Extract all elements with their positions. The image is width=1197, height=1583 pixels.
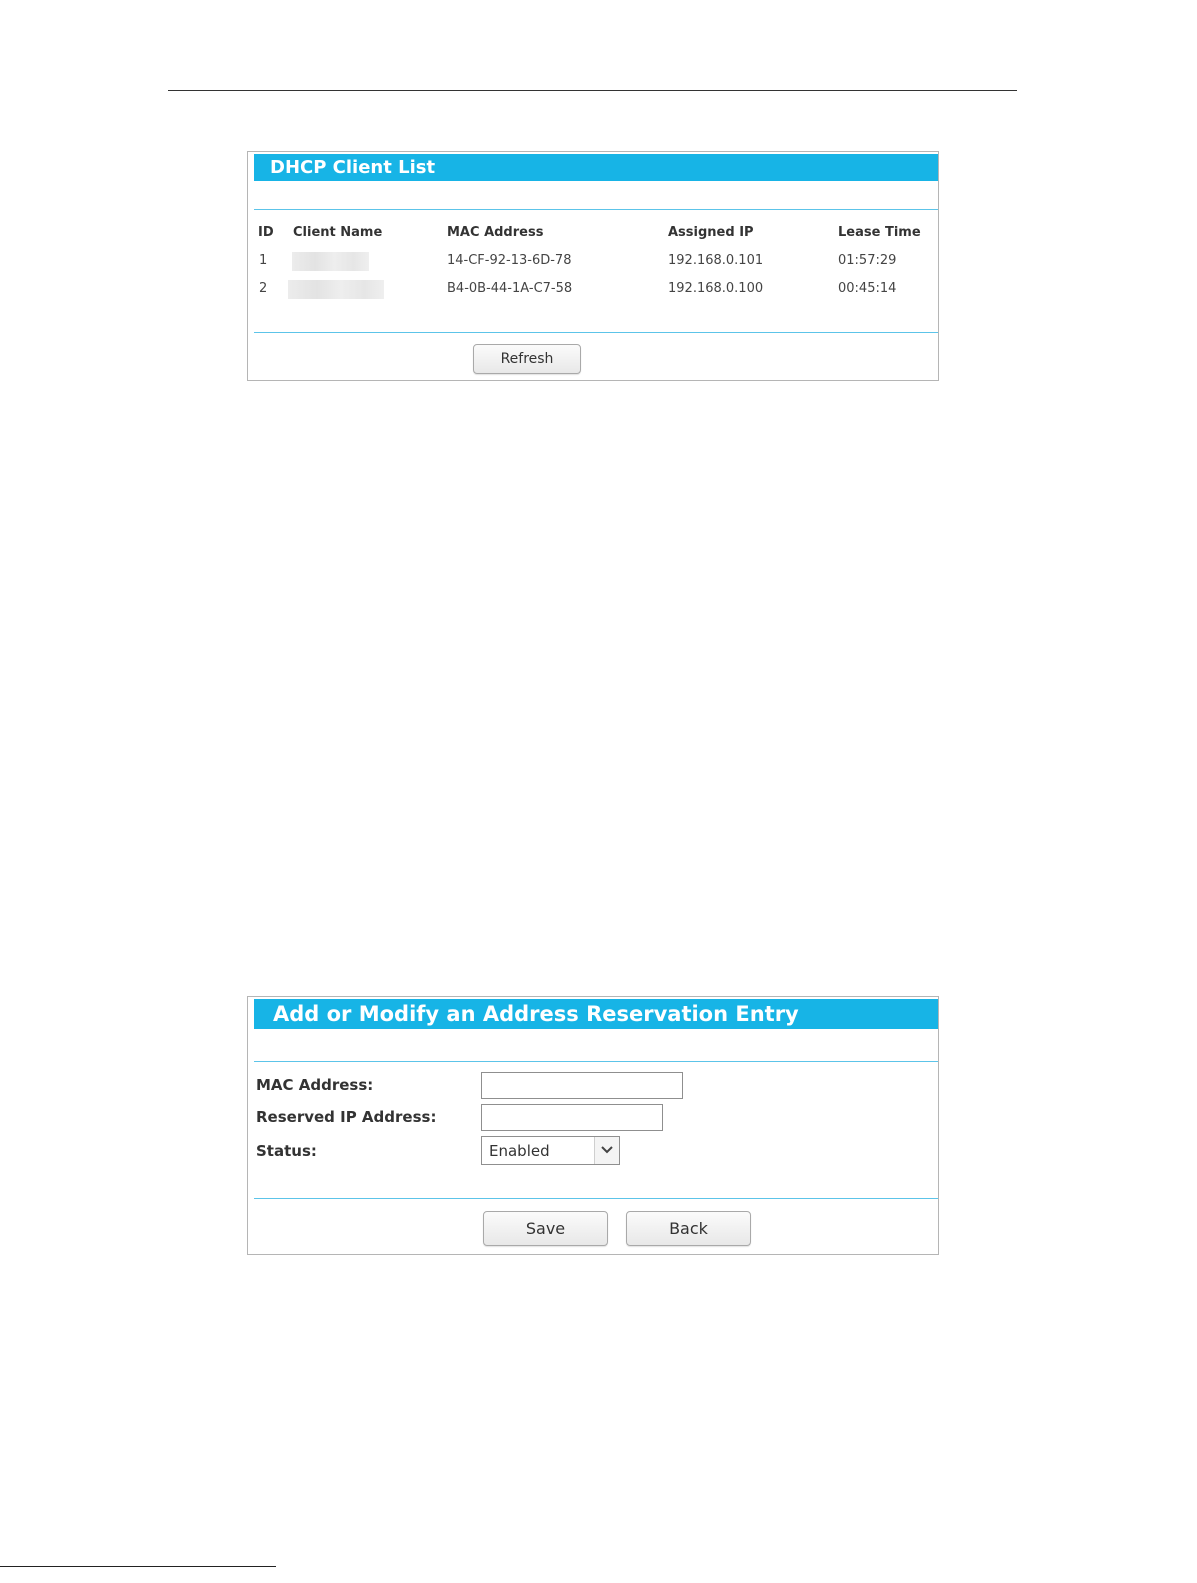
footnote-rule bbox=[0, 1566, 276, 1567]
status-selected-value: Enabled bbox=[489, 1142, 550, 1160]
divider bbox=[254, 1198, 938, 1199]
column-header-lease-time: Lease Time bbox=[838, 225, 921, 240]
row-2-assigned-ip: 192.168.0.100 bbox=[668, 281, 764, 296]
save-button[interactable]: Save bbox=[483, 1211, 608, 1246]
status-select[interactable]: Enabled bbox=[481, 1136, 620, 1165]
row-2-mac-address: B4-0B-44-1A-C7-58 bbox=[447, 281, 573, 296]
panel-title: DHCP Client List bbox=[254, 154, 938, 181]
status-label: Status: bbox=[256, 1142, 317, 1160]
row-2-id: 2 bbox=[259, 281, 268, 296]
chevron-down-icon[interactable] bbox=[594, 1137, 619, 1164]
page-header-rule bbox=[168, 90, 1017, 91]
row-1-assigned-ip: 192.168.0.101 bbox=[668, 253, 764, 268]
row-1-id: 1 bbox=[259, 253, 268, 268]
redacted-client-name bbox=[292, 252, 369, 271]
row-1-mac-address: 14-CF-92-13-6D-78 bbox=[447, 253, 572, 268]
column-header-mac-address: MAC Address bbox=[447, 225, 544, 240]
redacted-client-name bbox=[288, 280, 384, 299]
divider bbox=[254, 1061, 938, 1062]
reserved-ip-label: Reserved IP Address: bbox=[256, 1108, 437, 1126]
back-button[interactable]: Back bbox=[626, 1211, 751, 1246]
mac-address-input[interactable] bbox=[481, 1072, 683, 1099]
panel-title: Add or Modify an Address Reservation Ent… bbox=[254, 999, 938, 1029]
divider bbox=[254, 209, 938, 210]
row-1-lease-time: 01:57:29 bbox=[838, 253, 897, 268]
column-header-assigned-ip: Assigned IP bbox=[668, 225, 754, 240]
mac-address-label: MAC Address: bbox=[256, 1076, 374, 1094]
dhcp-client-list-panel: DHCP Client List ID Client Name MAC Addr… bbox=[247, 151, 939, 381]
address-reservation-panel: Add or Modify an Address Reservation Ent… bbox=[247, 996, 939, 1255]
reserved-ip-input[interactable] bbox=[481, 1104, 663, 1131]
divider bbox=[254, 332, 938, 333]
column-header-id: ID bbox=[258, 225, 274, 240]
refresh-button[interactable]: Refresh bbox=[473, 344, 581, 374]
row-2-lease-time: 00:45:14 bbox=[838, 281, 897, 296]
column-header-client-name: Client Name bbox=[293, 225, 383, 240]
